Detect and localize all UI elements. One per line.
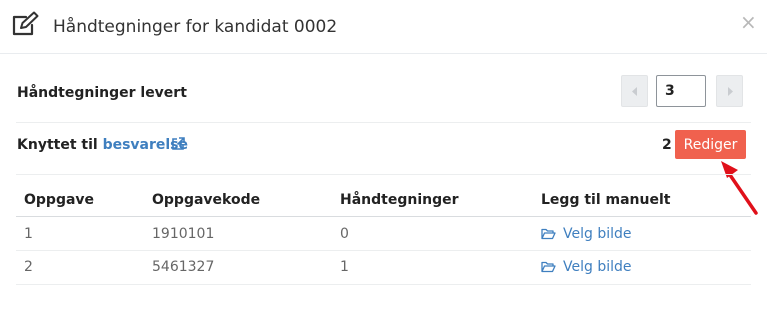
- cell-oppgave: 2: [24, 259, 33, 275]
- delivered-count-input[interactable]: [656, 75, 706, 107]
- edit-icon: [12, 11, 39, 36]
- col-header-handtegninger: Håndtegninger: [340, 192, 459, 208]
- cell-handtegninger: 1: [340, 259, 349, 275]
- modal-header: Håndtegninger for kandidat 0002 ×: [0, 0, 767, 54]
- choose-image-label: Velg bilde: [563, 226, 632, 242]
- delivered-label: Håndtegninger levert: [17, 85, 187, 101]
- divider: [16, 122, 751, 123]
- col-header-oppgavekode: Oppgavekode: [152, 192, 261, 208]
- increment-button[interactable]: [716, 75, 743, 107]
- table-header-line: [16, 216, 751, 217]
- choose-image-link[interactable]: Velg bilde: [541, 259, 632, 275]
- edit-button[interactable]: Rediger: [675, 130, 746, 159]
- choose-image-label: Velg bilde: [563, 259, 632, 275]
- linked-row: Knyttet til besvarelse: [17, 137, 188, 153]
- folder-open-icon: [541, 228, 556, 240]
- row-divider: [16, 284, 751, 285]
- col-header-legg-til: Legg til manuelt: [541, 192, 671, 208]
- caret-right-icon: [728, 87, 733, 96]
- caret-left-icon: [632, 87, 637, 96]
- linked-count: 2: [662, 137, 672, 153]
- modal-title: Håndtegninger for kandidat 0002: [53, 17, 338, 37]
- annotation-arrow: [721, 161, 758, 215]
- cell-handtegninger: 0: [340, 226, 349, 242]
- folder-open-icon: [541, 261, 556, 273]
- cell-oppgavekode: 1910101: [152, 226, 215, 242]
- row-divider: [16, 250, 751, 251]
- choose-image-link[interactable]: Velg bilde: [541, 226, 632, 242]
- hand-drawings-modal: Håndtegninger for kandidat 0002 × Håndte…: [0, 0, 767, 328]
- close-icon[interactable]: ×: [740, 12, 757, 32]
- col-header-oppgave: Oppgave: [24, 192, 95, 208]
- decrement-button[interactable]: [621, 75, 648, 107]
- cell-oppgave: 1: [24, 226, 33, 242]
- cell-oppgavekode: 5461327: [152, 259, 215, 275]
- external-link-icon[interactable]: [171, 137, 185, 151]
- divider: [16, 174, 751, 175]
- linked-prefix: Knyttet til: [17, 137, 98, 153]
